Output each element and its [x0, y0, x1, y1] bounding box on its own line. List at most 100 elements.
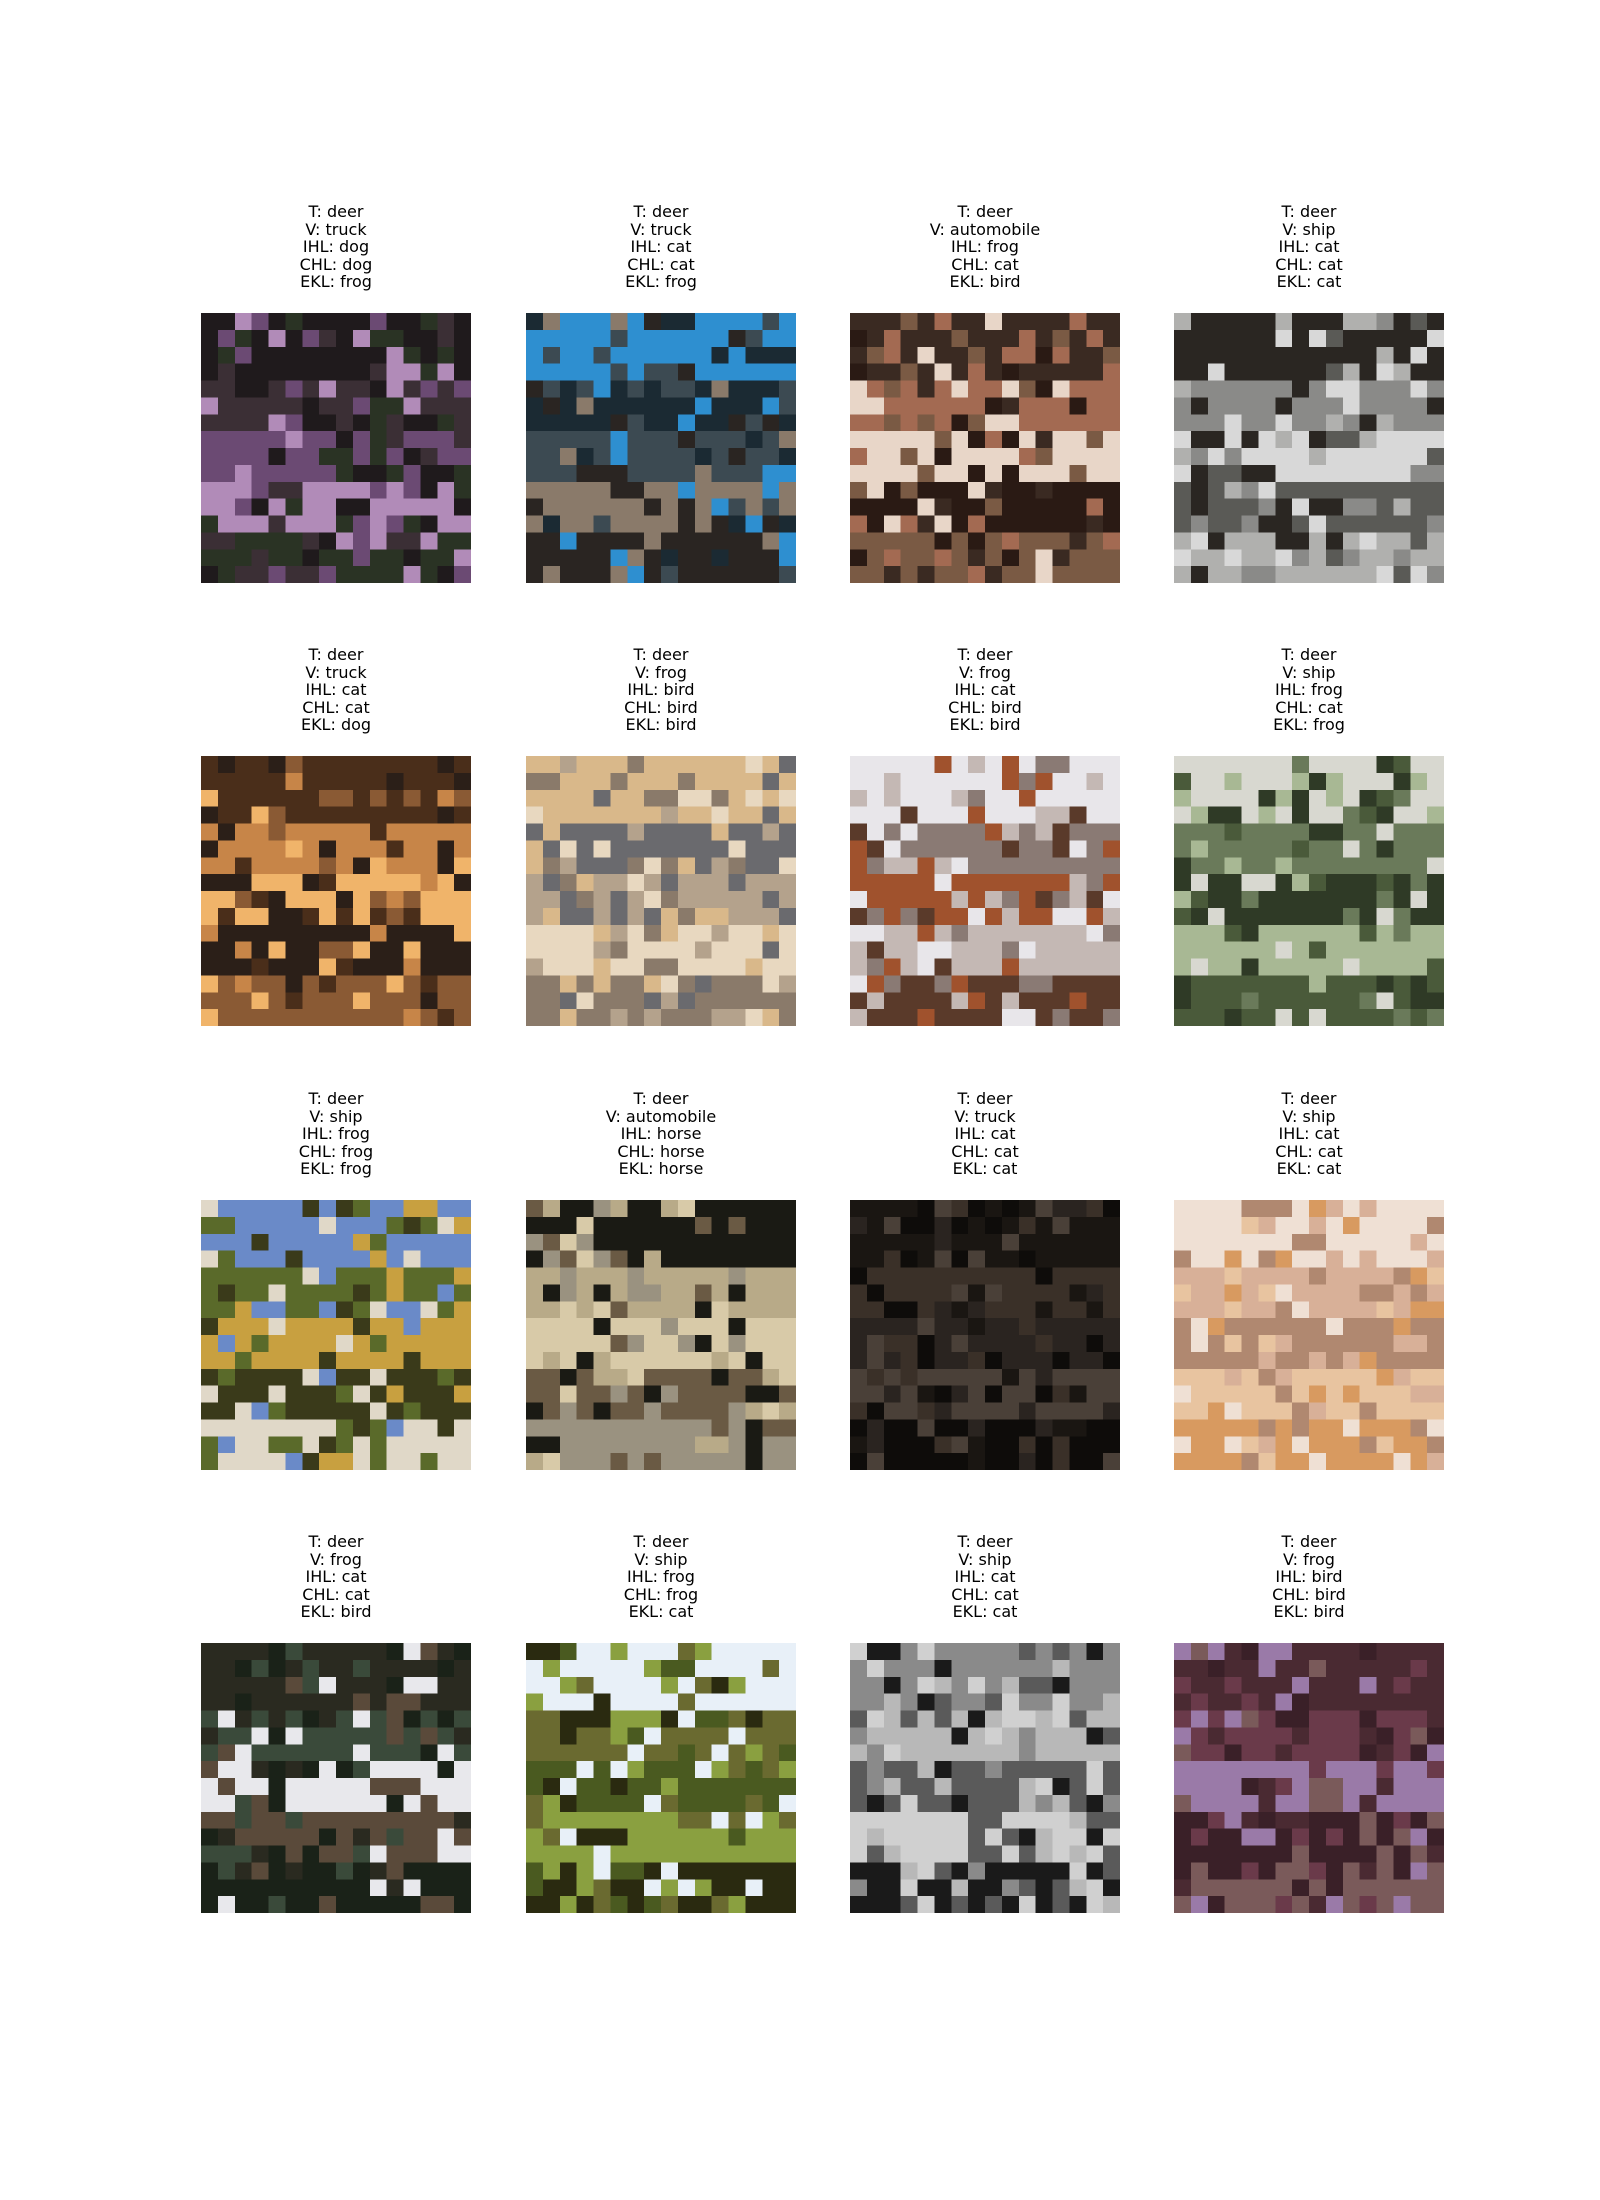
- cell-caption: T: deer V: ship IHL: frog CHL: frog EKL: cat: [526, 1533, 796, 1623]
- caption-line: CHL: bird: [624, 697, 698, 717]
- caption-line: IHL: cat: [954, 1567, 1016, 1586]
- caption-line: V: frog: [310, 1549, 362, 1569]
- cell-image: [526, 1200, 796, 1470]
- caption-line: EKL: cat: [952, 1602, 1018, 1621]
- caption-line: T: deer: [308, 202, 364, 221]
- caption-line: IHL: dog: [302, 237, 370, 256]
- caption-line: IHL: cat: [305, 680, 367, 699]
- caption-line: IHL: bird: [1275, 1567, 1343, 1586]
- caption-line: CHL: cat: [1275, 254, 1343, 274]
- caption-line: EKL: bird: [949, 272, 1021, 291]
- cell-image: [850, 756, 1120, 1026]
- caption-line: IHL: cat: [1278, 237, 1340, 256]
- caption-line: T: deer: [1281, 645, 1337, 664]
- caption-line: EKL: frog: [300, 272, 372, 291]
- caption-line: V: truck: [305, 662, 367, 682]
- cell-caption: T: deer V: frog IHL: cat CHL: cat EKL: bird: [201, 1533, 471, 1623]
- caption-line: T: deer: [957, 202, 1013, 221]
- caption-line: V: frog: [1283, 1549, 1335, 1569]
- caption-line: EKL: frog: [1273, 715, 1345, 734]
- caption-line: V: ship: [1282, 662, 1336, 682]
- cell-caption: T: deer V: frog IHL: cat CHL: bird EKL: bird: [850, 646, 1120, 736]
- cell-image: [1174, 313, 1444, 583]
- caption-line: CHL: bird: [948, 697, 1022, 717]
- cell-caption: T: deer V: truck IHL: cat CHL: cat EKL: dog: [201, 646, 471, 736]
- caption-line: EKL: frog: [625, 272, 697, 291]
- caption-line: EKL: horse: [618, 1159, 704, 1178]
- caption-line: EKL: bird: [1273, 1602, 1345, 1621]
- caption-line: T: deer: [308, 645, 364, 664]
- caption-line: V: ship: [958, 1549, 1012, 1569]
- caption-line: EKL: cat: [952, 1159, 1018, 1178]
- caption-line: T: deer: [633, 1089, 689, 1108]
- caption-line: EKL: bird: [949, 715, 1021, 734]
- caption-line: CHL: cat: [951, 1584, 1019, 1604]
- caption-line: CHL: cat: [1275, 697, 1343, 717]
- cell-image: [1174, 1200, 1444, 1470]
- caption-line: IHL: bird: [627, 680, 695, 699]
- caption-line: EKL: bird: [300, 1602, 372, 1621]
- caption-line: CHL: cat: [302, 697, 370, 717]
- caption-line: V: ship: [1282, 219, 1336, 239]
- cell-image: [1174, 756, 1444, 1026]
- caption-line: CHL: cat: [302, 1584, 370, 1604]
- cell-caption: T: deer V: ship IHL: frog CHL: cat EKL: frog: [1174, 646, 1444, 736]
- caption-line: EKL: cat: [1276, 272, 1342, 291]
- caption-line: V: ship: [309, 1106, 363, 1126]
- cell-image: [526, 756, 796, 1026]
- cell-caption: T: deer V: automobile IHL: frog CHL: cat EKL…: [850, 203, 1120, 293]
- caption-line: IHL: frog: [627, 1567, 695, 1586]
- cell-caption: T: deer V: automobile IHL: horse CHL: horse…: [526, 1090, 796, 1180]
- caption-line: IHL: cat: [954, 1124, 1016, 1143]
- caption-line: T: deer: [1281, 1089, 1337, 1108]
- caption-line: T: deer: [957, 645, 1013, 664]
- cell-caption: T: deer V: frog IHL: bird CHL: bird EKL: bir…: [1174, 1533, 1444, 1623]
- cell-caption: T: deer V: ship IHL: cat CHL: cat EKL: cat: [850, 1533, 1120, 1623]
- caption-line: IHL: horse: [620, 1124, 702, 1143]
- caption-line: CHL: bird: [1272, 1584, 1346, 1604]
- cell-caption: T: deer V: ship IHL: cat CHL: cat EKL: cat: [1174, 1090, 1444, 1180]
- cell-caption: T: deer V: truck IHL: cat CHL: cat EKL: cat: [850, 1090, 1120, 1180]
- caption-line: V: frog: [635, 662, 687, 682]
- caption-line: CHL: cat: [627, 254, 695, 274]
- caption-line: T: deer: [1281, 1532, 1337, 1551]
- caption-line: V: ship: [1282, 1106, 1336, 1126]
- caption-line: T: deer: [633, 202, 689, 221]
- caption-line: T: deer: [957, 1532, 1013, 1551]
- caption-line: T: deer: [1281, 202, 1337, 221]
- caption-line: IHL: cat: [954, 680, 1016, 699]
- caption-line: T: deer: [308, 1089, 364, 1108]
- caption-line: EKL: bird: [625, 715, 697, 734]
- caption-line: T: deer: [633, 645, 689, 664]
- caption-line: T: deer: [633, 1532, 689, 1551]
- caption-line: V: truck: [305, 219, 367, 239]
- cell-caption: T: deer V: truck IHL: dog CHL: dog EKL: frog: [201, 203, 471, 293]
- cell-image: [850, 1200, 1120, 1470]
- caption-line: V: automobile: [605, 1106, 717, 1126]
- cell-caption: T: deer V: ship IHL: cat CHL: cat EKL: cat: [1174, 203, 1444, 293]
- caption-line: V: ship: [634, 1549, 688, 1569]
- cell-caption: T: deer V: ship IHL: frog CHL: frog EKL: fro…: [201, 1090, 471, 1180]
- caption-line: T: deer: [957, 1089, 1013, 1108]
- caption-line: V: automobile: [929, 219, 1041, 239]
- caption-line: IHL: cat: [1278, 1124, 1340, 1143]
- caption-line: CHL: cat: [951, 1141, 1019, 1161]
- cell-image: [526, 313, 796, 583]
- caption-line: IHL: cat: [630, 237, 692, 256]
- caption-line: EKL: frog: [300, 1159, 372, 1178]
- caption-line: V: frog: [959, 662, 1011, 682]
- caption-line: CHL: frog: [298, 1141, 374, 1161]
- cell-caption: T: deer V: truck IHL: cat CHL: cat EKL: frog: [526, 203, 796, 293]
- cell-image: [526, 1643, 796, 1913]
- caption-line: CHL: frog: [623, 1584, 699, 1604]
- caption-line: V: truck: [630, 219, 692, 239]
- caption-line: IHL: frog: [951, 237, 1019, 256]
- caption-line: CHL: cat: [951, 254, 1019, 274]
- cell-image: [850, 313, 1120, 583]
- cell-image: [201, 756, 471, 1026]
- caption-line: CHL: horse: [617, 1141, 705, 1161]
- cell-image: [201, 313, 471, 583]
- caption-line: CHL: dog: [299, 254, 373, 274]
- caption-line: T: deer: [308, 1532, 364, 1551]
- caption-line: V: truck: [954, 1106, 1016, 1126]
